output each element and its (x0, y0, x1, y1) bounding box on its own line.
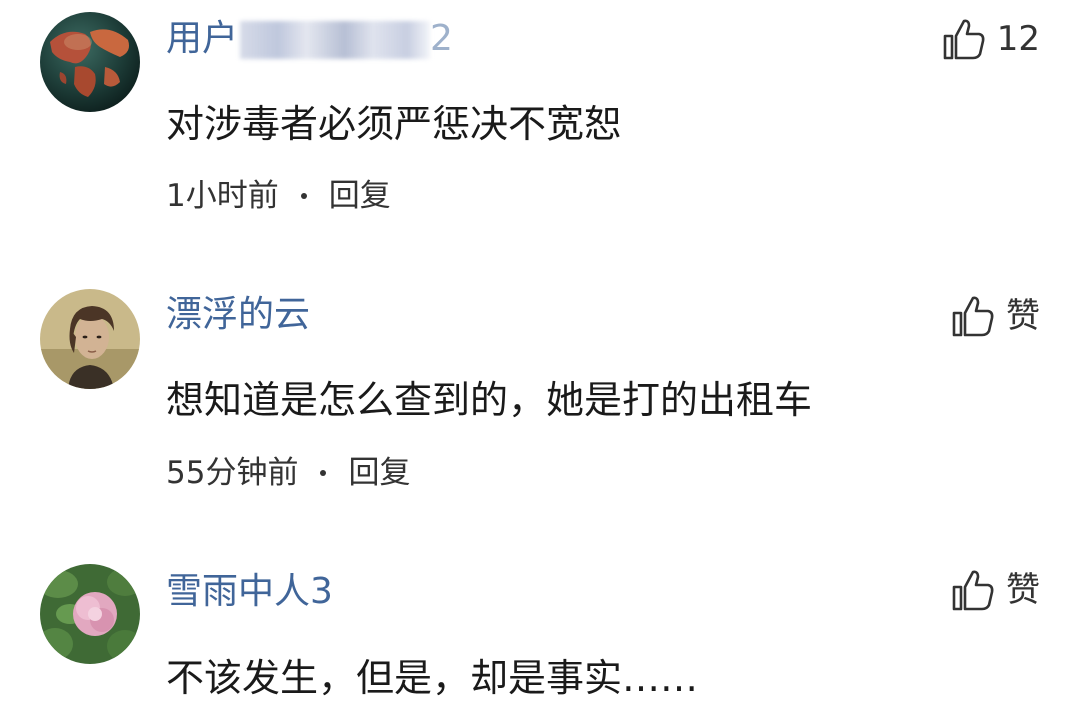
like-button[interactable]: 12 (941, 15, 1040, 63)
flower-avatar-icon (40, 564, 140, 664)
comment-meta: 55分钟前 回复 (166, 454, 410, 492)
person-avatar-icon (40, 289, 140, 389)
username[interactable]: 用户 2 (166, 17, 453, 61)
comment-meta: 1小时前 回复 (166, 177, 391, 215)
comment-text: 不该发生，但是，却是事实…… (166, 656, 699, 700)
like-count: 12 (996, 19, 1040, 59)
comment-time: 1小时前 (166, 178, 279, 214)
comment-list: 用户 2 12 对涉毒者必须严惩决不宽恕 1小时前 回复 漂浮的云 赞 想知道是… (0, 0, 1076, 722)
thumbs-up-icon (950, 567, 996, 613)
reply-button[interactable]: 回复 (348, 454, 410, 492)
avatar[interactable] (40, 564, 140, 664)
thumbs-up-icon (941, 16, 987, 62)
thumbs-up-icon (950, 293, 996, 339)
username[interactable]: 雪雨中人3 (166, 570, 333, 614)
comment-text: 对涉毒者必须严惩决不宽恕 (166, 102, 623, 146)
like-label: 赞 (1006, 296, 1040, 336)
username-visible: 用户 (166, 18, 239, 59)
username-blur-mask (240, 21, 431, 59)
separator-dot (300, 193, 307, 199)
like-button[interactable]: 赞 (950, 292, 1040, 340)
reply-button[interactable]: 回复 (329, 177, 391, 215)
username-tail: 2 (430, 18, 453, 59)
avatar[interactable] (40, 289, 140, 389)
separator-dot (320, 470, 327, 476)
avatar[interactable] (40, 12, 140, 112)
comment-text: 想知道是怎么查到的，她是打的出租车 (166, 378, 813, 422)
like-button[interactable]: 赞 (950, 566, 1040, 614)
globe-avatar-icon (40, 12, 140, 112)
like-label: 赞 (1006, 570, 1040, 610)
username[interactable]: 漂浮的云 (166, 293, 310, 337)
comment-time: 55分钟前 (166, 455, 299, 491)
